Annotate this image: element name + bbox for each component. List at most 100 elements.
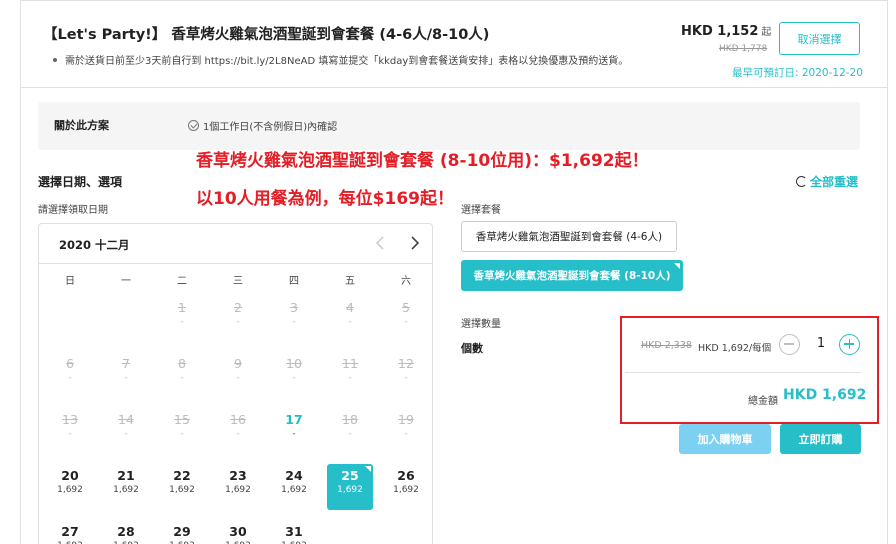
day-price: - (348, 317, 352, 327)
day-price: - (348, 373, 352, 383)
weekday-label: 六 (401, 276, 411, 287)
day-price: - (404, 429, 408, 439)
day-number: 18 (342, 412, 358, 427)
package-option-8-10[interactable]: 香草烤火雞氣泡酒聖誕到會套餐 (8-10人) (461, 260, 683, 291)
day-number: 8 (178, 356, 186, 371)
date-calendar: 2020 十二月 日一二三四五六 1-2-3-4-5-6-7-8-9-10-11… (38, 223, 433, 544)
calendar-day[interactable]: 23 1,692 (215, 464, 261, 510)
day-number: 16 (230, 412, 246, 427)
calendar-day[interactable]: 22 1,692 (159, 464, 205, 510)
calendar-day: 2- (215, 296, 261, 342)
day-number: 3 (290, 300, 298, 315)
promo-line-1: 香草烤火雞氣泡酒聖誕到會套餐 (8-10位用)：$1,692起！ (196, 151, 649, 171)
day-price: - (180, 429, 184, 439)
calendar-day[interactable]: 24 1,692 (271, 464, 317, 510)
day-number: 28 (117, 524, 135, 539)
weekday-label: 二 (177, 276, 187, 287)
day-price: - (236, 373, 240, 383)
calendar-day: 19 - (383, 408, 429, 454)
calendar-day: 14 - (103, 408, 149, 454)
confirmation-text: 1個工作日(不含例假日)內確認 (203, 122, 338, 133)
day-number: 26 (397, 468, 415, 483)
highlight-box (620, 316, 879, 424)
original-price: HKD 1,778 (719, 44, 768, 54)
cancel-selection-button[interactable]: 取消選擇 (779, 22, 860, 55)
calendar-day[interactable]: 21 1,692 (103, 464, 149, 510)
plan-info-box: 關於此方案 1個工作日(不含例假日)內確認 (38, 102, 860, 150)
calendar-day: 13 - (47, 408, 93, 454)
calendar-day: 8- (159, 352, 205, 398)
bullet-icon (53, 58, 57, 62)
day-number: 23 (229, 468, 247, 483)
calendar-header: 2020 十二月 (39, 224, 432, 264)
calendar-day: 18 - (327, 408, 373, 454)
day-number: 30 (229, 524, 247, 539)
earliest-booking-date: 最早可預訂日: 2020-12-20 (732, 67, 863, 79)
calendar-day[interactable]: 311,692 (271, 520, 317, 544)
day-price: - (292, 317, 296, 327)
calendar-day: 6- (47, 352, 93, 398)
day-number: 25 (341, 468, 359, 483)
package-option-4-6[interactable]: 香草烤火雞氣泡酒聖誕到會套餐 (4-6人) (461, 221, 677, 252)
calendar-day: 7- (103, 352, 149, 398)
day-price: - (404, 317, 408, 327)
day-number: 6 (66, 356, 74, 371)
day-price: 1,692 (281, 485, 307, 495)
calendar-day[interactable]: 301,692 (215, 520, 261, 544)
day-number: 14 (118, 412, 134, 427)
calendar-day: 1- (159, 296, 205, 342)
price-suffix: 起 (761, 27, 772, 38)
calendar-day: 12 - (383, 352, 429, 398)
pick-date-label: 請選擇領取日期 (38, 205, 108, 216)
book-now-button[interactable]: 立即訂購 (780, 424, 861, 454)
calendar-day: 9- (215, 352, 261, 398)
day-price: - (292, 429, 296, 439)
calendar-day[interactable]: 281,692 (103, 520, 149, 544)
day-number: 2 (234, 300, 242, 315)
day-price: 1,692 (225, 485, 251, 495)
weekday-label: 三 (233, 276, 243, 287)
chevron-right-icon (411, 236, 420, 250)
reset-all-button[interactable]: 全部重選 (796, 173, 858, 190)
day-number: 12 (398, 356, 414, 371)
calendar-month: 2020 十二月 (59, 238, 130, 252)
quantity-label: 選擇數量 (461, 319, 501, 330)
calendar-day[interactable]: 26 1,692 (383, 464, 429, 510)
add-to-cart-button[interactable]: 加入購物車 (679, 424, 771, 454)
calendar-day[interactable]: 17 - (271, 408, 317, 454)
calendar-day[interactable]: 25 1,692 (327, 464, 373, 510)
day-number: 15 (174, 412, 190, 427)
prev-month-button[interactable] (371, 234, 389, 252)
day-number: 24 (285, 468, 303, 483)
day-number: 31 (285, 524, 303, 539)
next-month-button[interactable] (406, 234, 424, 252)
weekday-row: 日一二三四五六 (42, 272, 434, 292)
day-number: 22 (173, 468, 191, 483)
day-number: 29 (173, 524, 191, 539)
day-number: 10 (286, 356, 302, 371)
day-price: 1,692 (169, 485, 195, 495)
day-price: 1,692 (57, 485, 83, 495)
calendar-day: 4- (327, 296, 373, 342)
calendar-day: 15 - (159, 408, 205, 454)
day-price: 1,692 (393, 485, 419, 495)
calendar-day[interactable]: 20 1,692 (47, 464, 93, 510)
select-date-options-heading: 選擇日期、選項 (38, 175, 123, 189)
day-number: 4 (346, 300, 354, 315)
day-number: 27 (61, 524, 79, 539)
calendar-day[interactable]: 271,692 (47, 520, 93, 544)
product-option-panel: 【Let's Party!】 香草烤火雞氣泡酒聖誕到會套餐 (4-6人/8-10… (20, 0, 888, 544)
day-price: - (68, 373, 72, 383)
calendar-day[interactable]: 291,692 (159, 520, 205, 544)
unit-label: 個數 (461, 342, 483, 355)
day-number: 19 (398, 412, 414, 427)
day-price: - (180, 317, 184, 327)
day-number: 11 (342, 356, 358, 371)
weekday-label: 日 (65, 276, 75, 287)
weekday-label: 四 (289, 276, 299, 287)
calendar-day: 11 - (327, 352, 373, 398)
calendar-day: 5- (383, 296, 429, 342)
day-number: 17 (285, 412, 303, 427)
weekday-label: 一 (121, 276, 131, 287)
check-circle-icon (188, 120, 199, 131)
